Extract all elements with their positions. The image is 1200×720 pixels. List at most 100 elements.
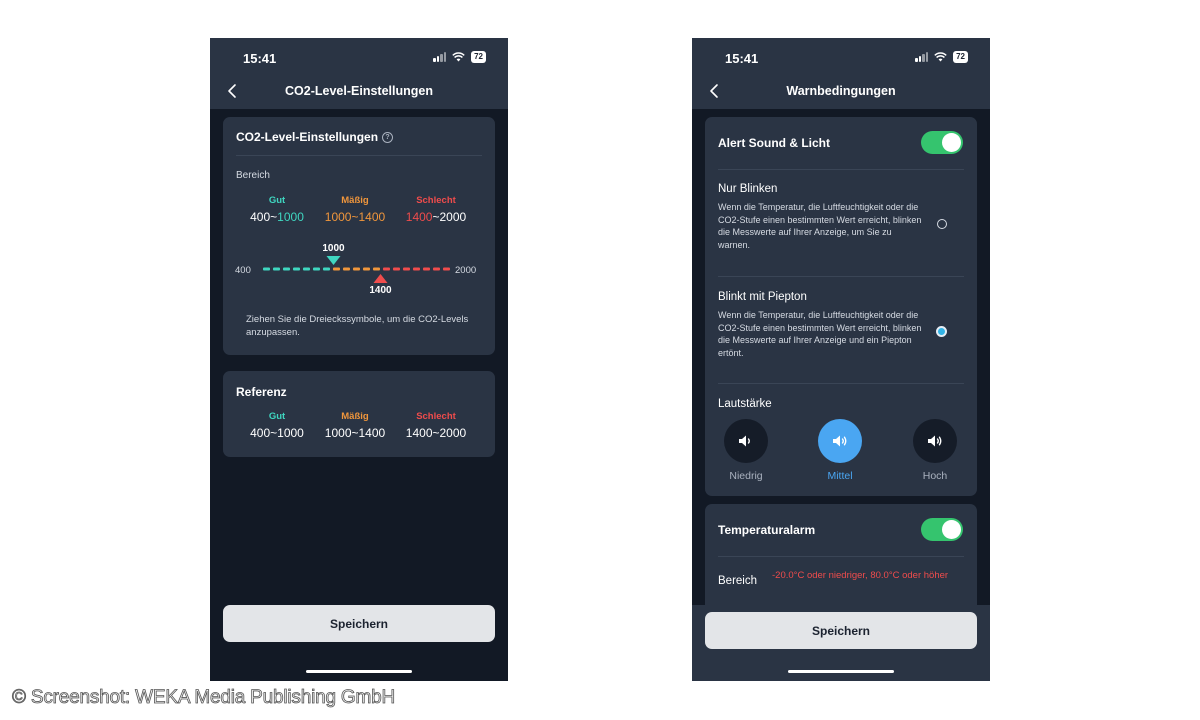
range-bad: Schlecht 1400~2000 [396, 195, 476, 224]
divider [718, 556, 964, 557]
status-icons: 72 [433, 51, 486, 63]
save-button[interactable]: Speichern [223, 605, 495, 642]
wifi-icon [934, 52, 947, 62]
option-blink-beep-title: Blinkt mit Piepton [718, 291, 807, 303]
option-blink-beep-radio[interactable] [936, 326, 947, 337]
range-moderate-value: 1000~1400 [324, 210, 386, 224]
save-button[interactable]: Speichern [705, 612, 977, 649]
temperature-range-label: Bereich [718, 575, 757, 587]
slider-track [263, 267, 450, 271]
option-blink-only-radio[interactable] [937, 219, 947, 229]
alert-card: Alert Sound & Licht Nur Blinken Wenn die… [705, 117, 977, 496]
range-moderate: Mäßig 1000~1400 [315, 195, 395, 224]
slider-hint: Ziehen Sie die Dreieckssymbole, um die C… [246, 314, 469, 338]
slider-max-label: 2000 [455, 265, 476, 276]
slider-track-segment [383, 267, 390, 271]
volume-label: Lautstärke [718, 398, 772, 410]
slider-track-segment [273, 267, 280, 271]
speaker-medium-icon [833, 435, 847, 447]
slider-track-segment [313, 267, 320, 271]
reference-card: Referenz Gut 400~1000 Mäßig 1000~1400 Sc… [223, 371, 495, 457]
slider-track-segment [443, 267, 450, 271]
option-blink-only-title: Nur Blinken [718, 183, 778, 195]
range-bad-value: 1400~2000 [405, 210, 467, 224]
co2-settings-card: CO2-Level-Einstellungen ? Bereich Gut 40… [223, 117, 495, 355]
reference-moderate-value: 1000~1400 [324, 426, 386, 440]
card-title-text: CO2-Level-Einstellungen [236, 130, 379, 144]
home-indicator [788, 670, 894, 673]
reference-moderate-label: Mäßig [341, 411, 369, 422]
slider-track-segment [343, 267, 350, 271]
help-icon[interactable]: ? [382, 131, 394, 143]
toggle-knob [942, 133, 961, 152]
slider-track-segment [403, 267, 410, 271]
slider-track-segment [283, 267, 290, 271]
speaker-high-icon [928, 435, 942, 447]
option-blink-beep-desc: Wenn die Temperatur, die Luftfeuchtigkei… [718, 310, 922, 358]
range-good: Gut 400~1000 [237, 195, 317, 224]
volume-high-button[interactable] [913, 419, 957, 463]
range-label: Bereich [236, 170, 270, 181]
slider-track-segment [263, 267, 270, 271]
slider-track-segment [363, 267, 370, 271]
status-icons: 72 [915, 51, 968, 63]
reference-moderate: Mäßig 1000~1400 [315, 411, 395, 440]
reference-bad: Schlecht 1400~2000 [396, 411, 476, 440]
slider-track-segment [353, 267, 360, 271]
reference-good-label: Gut [268, 411, 286, 422]
phone-warning-conditions: 15:41 72 Warnbedingungen Alert Sound & L… [692, 38, 990, 681]
reference-title: Referenz [236, 385, 287, 399]
upper-threshold-handle[interactable] [373, 274, 388, 283]
card-title: CO2-Level-Einstellungen ? [236, 130, 394, 144]
divider [718, 276, 964, 277]
divider [236, 155, 482, 156]
reference-bad-value: 1400~2000 [405, 426, 467, 440]
volume-medium-button[interactable] [818, 419, 862, 463]
toggle-knob [942, 520, 961, 539]
range-good-value: 400~1000 [250, 210, 304, 224]
co2-range-slider[interactable]: 400 2000 1000 1400 [223, 237, 495, 301]
cellular-signal-icon [915, 52, 929, 62]
copyright-watermark: © Screenshot: WEKA Media Publishing GmbH [12, 687, 396, 709]
temperature-alarm-toggle[interactable] [921, 518, 963, 541]
alert-sound-light-label: Alert Sound & Licht [718, 136, 830, 150]
lower-threshold-handle[interactable] [326, 256, 341, 265]
option-blink-only-desc: Wenn die Temperatur, die Luftfeuchtigkei… [718, 202, 922, 250]
slider-track-segment [323, 267, 330, 271]
volume-low-button[interactable] [724, 419, 768, 463]
reference-good: Gut 400~1000 [237, 411, 317, 440]
divider [718, 383, 964, 384]
page-title: Warnbedingungen [786, 84, 896, 98]
battery-icon: 72 [953, 51, 968, 63]
volume-medium-label: Mittel [827, 470, 853, 482]
status-time: 15:41 [243, 51, 277, 66]
slider-track-segment [373, 267, 380, 271]
upper-threshold-value: 1400 [369, 285, 392, 296]
status-time: 15:41 [725, 51, 759, 66]
volume-low-label: Niedrig [729, 470, 763, 482]
speaker-low-icon [739, 435, 750, 447]
cellular-signal-icon [433, 52, 447, 62]
slider-track-segment [393, 267, 400, 271]
top-bar: 15:41 72 Warnbedingungen [692, 38, 990, 109]
slider-track-segment [303, 267, 310, 271]
battery-icon: 72 [471, 51, 486, 63]
top-bar: 15:41 72 CO2-Level-Einstellungen [210, 38, 508, 109]
slider-track-segment [333, 267, 340, 271]
slider-track-segment [423, 267, 430, 271]
slider-min-label: 400 [235, 265, 251, 276]
temperature-alarm-card: Temperaturalarm Bereich -20.0°C oder nie… [705, 504, 977, 614]
divider [718, 169, 964, 170]
temperature-range-value[interactable]: -20.0°C oder niedriger, 80.0°C oder höhe… [772, 570, 962, 583]
alert-sound-light-toggle[interactable] [921, 131, 963, 154]
lower-threshold-value: 1000 [322, 243, 345, 254]
page-title: CO2-Level-Einstellungen [285, 84, 433, 98]
temperature-alarm-label: Temperaturalarm [718, 523, 816, 537]
wifi-icon [452, 52, 465, 62]
phone-co2-settings: 15:41 72 CO2-Level-Einstellungen CO2-Lev… [210, 38, 508, 681]
range-moderate-label: Mäßig [341, 195, 369, 206]
slider-track-segment [413, 267, 420, 271]
reference-bad-label: Schlecht [416, 411, 456, 422]
reference-good-value: 400~1000 [250, 426, 304, 440]
slider-track-segment [293, 267, 300, 271]
